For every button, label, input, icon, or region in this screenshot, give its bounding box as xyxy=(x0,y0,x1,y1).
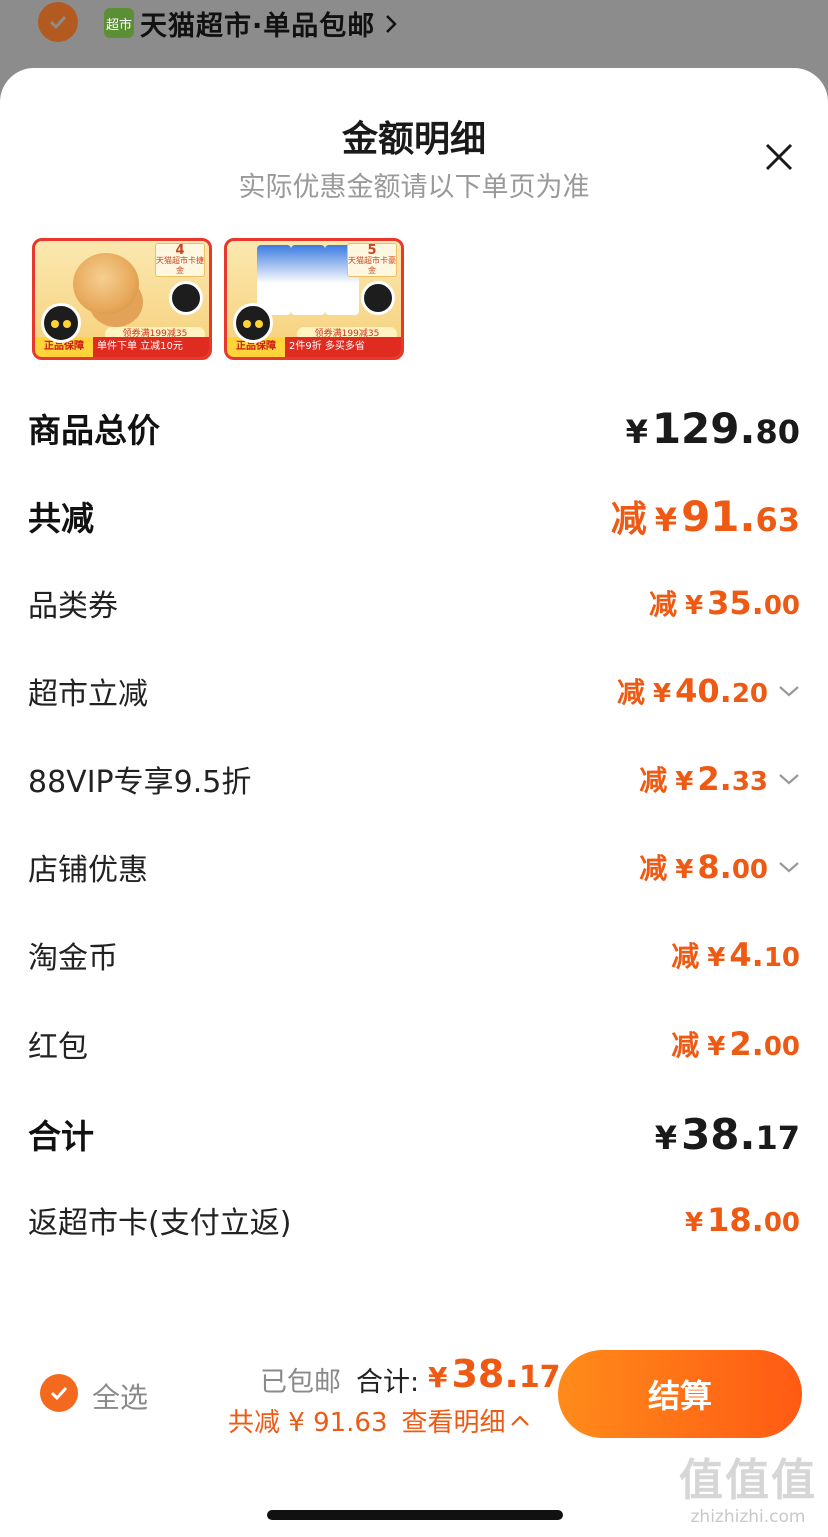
sheet-subtitle: 实际优惠金额请以下单页为准 xyxy=(238,172,590,203)
mascot-icon xyxy=(361,281,395,315)
grand-total-row: 合计 ¥38. 17 xyxy=(28,1104,800,1164)
supermarket-discount-amount: 减 ¥40. 20 xyxy=(617,671,800,711)
card-tag: 4 天猫超市卡捷金 xyxy=(155,243,205,277)
subtotal-row: 商品总价 ¥129. 80 xyxy=(28,398,800,458)
chevron-right-icon xyxy=(384,13,398,39)
mascot-icon xyxy=(41,303,81,343)
product-image-salt xyxy=(291,245,325,315)
category-coupon-row: 品类券 减 ¥35. 00 xyxy=(28,573,800,633)
store-discount-label: 店铺优惠 xyxy=(28,853,148,888)
chevron-down-icon[interactable] xyxy=(774,684,800,698)
category-coupon-amount: 减 ¥35. 00 xyxy=(649,584,800,622)
store-title: 天猫超市·单品包邮 xyxy=(140,11,376,42)
view-details-link[interactable]: 查看明细 xyxy=(402,1402,530,1439)
tao-coins-label: 淘金币 xyxy=(28,941,118,976)
product-image-muffin xyxy=(73,253,139,315)
sheet-title: 金额明细 xyxy=(341,119,486,160)
total-amount: ¥38. 17 xyxy=(428,1352,561,1396)
subtotal-amount: ¥129. 80 xyxy=(625,403,800,453)
mascot-icon xyxy=(233,303,273,343)
product-thumbnail[interactable]: 5 天猫超市卡豪金 领券满199减35 2件9折 多买多省 正品保障 xyxy=(224,238,404,360)
store-check-icon xyxy=(38,2,78,42)
vip-discount-amount: 减 ¥2. 33 xyxy=(639,759,800,799)
chevron-up-icon xyxy=(510,1414,529,1426)
total-discount-row: 共减 减 ¥91. 63 xyxy=(28,486,800,546)
watermark-mark: 值值值 xyxy=(679,1455,817,1506)
total-discount-label: 共减 xyxy=(28,499,94,538)
vip-discount-label: 88VIP专享9.5折 xyxy=(28,765,252,800)
mascot-icon xyxy=(169,281,203,315)
cashback-amount: ¥18. 00 xyxy=(685,1201,800,1239)
subtotal-label: 商品总价 xyxy=(28,411,160,450)
product-thumbnail[interactable]: 4 天猫超市卡捷金 领券满199减35 单件下单 立减10元 正品保障 xyxy=(32,238,212,360)
card-tag: 5 天猫超市卡豪金 xyxy=(347,243,397,277)
select-all-label[interactable]: 全选 xyxy=(92,1376,148,1416)
supermarket-logo: 超市 xyxy=(104,8,134,38)
select-all-checkbox[interactable] xyxy=(40,1374,78,1412)
checkout-button[interactable]: 结算 xyxy=(558,1350,802,1438)
grand-total-amount: ¥38. 17 xyxy=(654,1109,800,1159)
watermark-url: zhizhizhi.com xyxy=(690,1507,806,1527)
vip-discount-row[interactable]: 88VIP专享9.5折 减 ¥2. 33 xyxy=(28,749,800,809)
red-packet-amount: 减 ¥2. 00 xyxy=(671,1025,800,1063)
total-label: 合计: xyxy=(356,1367,420,1398)
saving-text: 共减 ¥ 91.63 xyxy=(228,1408,388,1438)
chevron-down-icon[interactable] xyxy=(774,860,800,874)
saving-summary: 共减 ¥ 91.63 查看明细 xyxy=(228,1402,530,1439)
store-discount-row[interactable]: 店铺优惠 减 ¥8. 00 xyxy=(28,837,800,897)
close-button[interactable] xyxy=(758,136,800,178)
view-details-label: 查看明细 xyxy=(401,1408,506,1438)
tao-coins-amount: 减 ¥4. 10 xyxy=(671,936,800,974)
supermarket-discount-row[interactable]: 超市立减 减 ¥40. 20 xyxy=(28,661,800,721)
cashback-row: 返超市卡(支付立返) ¥18. 00 xyxy=(28,1190,800,1250)
free-shipping-label: 已包邮 xyxy=(260,1367,341,1398)
close-icon xyxy=(765,143,793,171)
red-packet-label: 红包 xyxy=(28,1030,88,1065)
total-discount-amount: 减 ¥91. 63 xyxy=(610,492,800,541)
home-indicator xyxy=(267,1510,563,1520)
category-coupon-label: 品类券 xyxy=(28,589,118,624)
watermark: 值值值 zhizhizhi.com xyxy=(676,1455,820,1535)
grand-total-label: 合计 xyxy=(28,1117,94,1156)
supermarket-discount-label: 超市立减 xyxy=(28,677,148,712)
check-icon xyxy=(50,1386,68,1401)
cashback-label: 返超市卡(支付立返) xyxy=(28,1206,292,1241)
store-discount-amount: 减 ¥8. 00 xyxy=(639,847,800,887)
tao-coins-row: 淘金币 减 ¥4. 10 xyxy=(28,925,800,985)
chevron-down-icon[interactable] xyxy=(774,772,800,786)
red-packet-row: 红包 减 ¥2. 00 xyxy=(28,1014,800,1074)
